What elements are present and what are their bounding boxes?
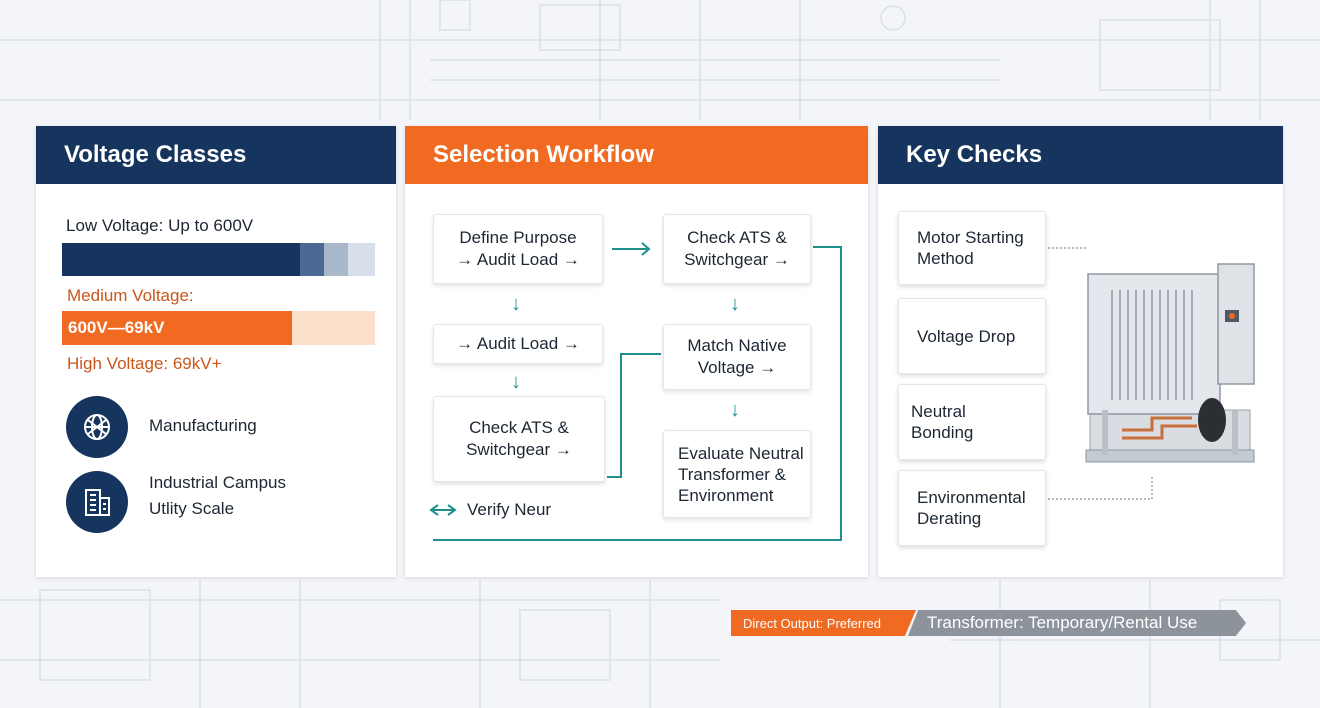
medium-voltage-range: 600V—69kV [68, 318, 165, 337]
workflow-step-check-ats-left: Check ATS & Switchgear → [433, 396, 605, 482]
medium-voltage-label: Medium Voltage: [67, 286, 194, 305]
transformer-use-badge: Transformer: Temporary/Rental Use [908, 610, 1246, 636]
direct-output-badge: Direct Output: Preferred [731, 610, 916, 636]
voltage-classes-title: Voltage Classes [64, 141, 247, 168]
low-voltage-label: Low Voltage: Up to 600V [66, 216, 254, 235]
globe-gear-icon [66, 396, 128, 458]
medium-voltage-bar: 600V—69kV [62, 311, 292, 345]
workflow-step-audit-load: → Audit Load → [433, 324, 603, 364]
arrow-down-icon: ↓ [730, 293, 740, 315]
arrow-down-icon: ↓ [730, 399, 740, 421]
arrow-down-icon: ↓ [511, 293, 521, 315]
selection-workflow-panel: Selection Workflow Define Purpose → Audi… [405, 126, 868, 577]
low-voltage-bar-main [62, 243, 300, 276]
low-voltage-bar-segment [300, 243, 324, 276]
key-check-voltage-drop: Voltage Drop [898, 298, 1046, 374]
medium-voltage-bar-tail [292, 311, 375, 345]
voltage-classes-header: Voltage Classes [36, 126, 396, 184]
workflow-step-evaluate-neutral: Evaluate Neutral Transformer & Environme… [663, 430, 811, 518]
key-checks-panel: Key Checks Motor Starting Method Voltage… [878, 126, 1283, 577]
workflow-step-check-ats-right: Check ATS & Switchgear → [663, 214, 811, 284]
workflow-step-define-purpose: Define Purpose → Audit Load → [433, 214, 603, 284]
direct-output-label: Direct Output: Preferred [743, 615, 881, 631]
key-check-environmental-derating: Environmental Derating [898, 470, 1046, 546]
workflow-step-verify-neutral: Verify Neur [467, 500, 552, 519]
application-manufacturing: Manufacturing [149, 416, 257, 435]
low-voltage-bar-segment [348, 243, 375, 276]
arrow-down-icon: ↓ [511, 371, 521, 393]
application-industrial-utility: Industrial Campus Utlity Scale [149, 473, 287, 518]
key-check-motor-starting: Motor Starting Method [898, 211, 1046, 285]
voltage-classes-panel: Voltage Classes Low Voltage: Up to 600V … [36, 126, 396, 577]
building-icon [66, 471, 128, 533]
high-voltage-label: High Voltage: 69kV+ [67, 354, 222, 373]
low-voltage-bar-segment [324, 243, 348, 276]
workflow-step-match-voltage: Match Native Voltage → [663, 324, 811, 390]
transformer-icon [1085, 263, 1255, 463]
transformer-use-label: Transformer: Temporary/Rental Use [927, 613, 1198, 632]
key-check-neutral-bonding: Neutral Bonding [898, 384, 1046, 460]
